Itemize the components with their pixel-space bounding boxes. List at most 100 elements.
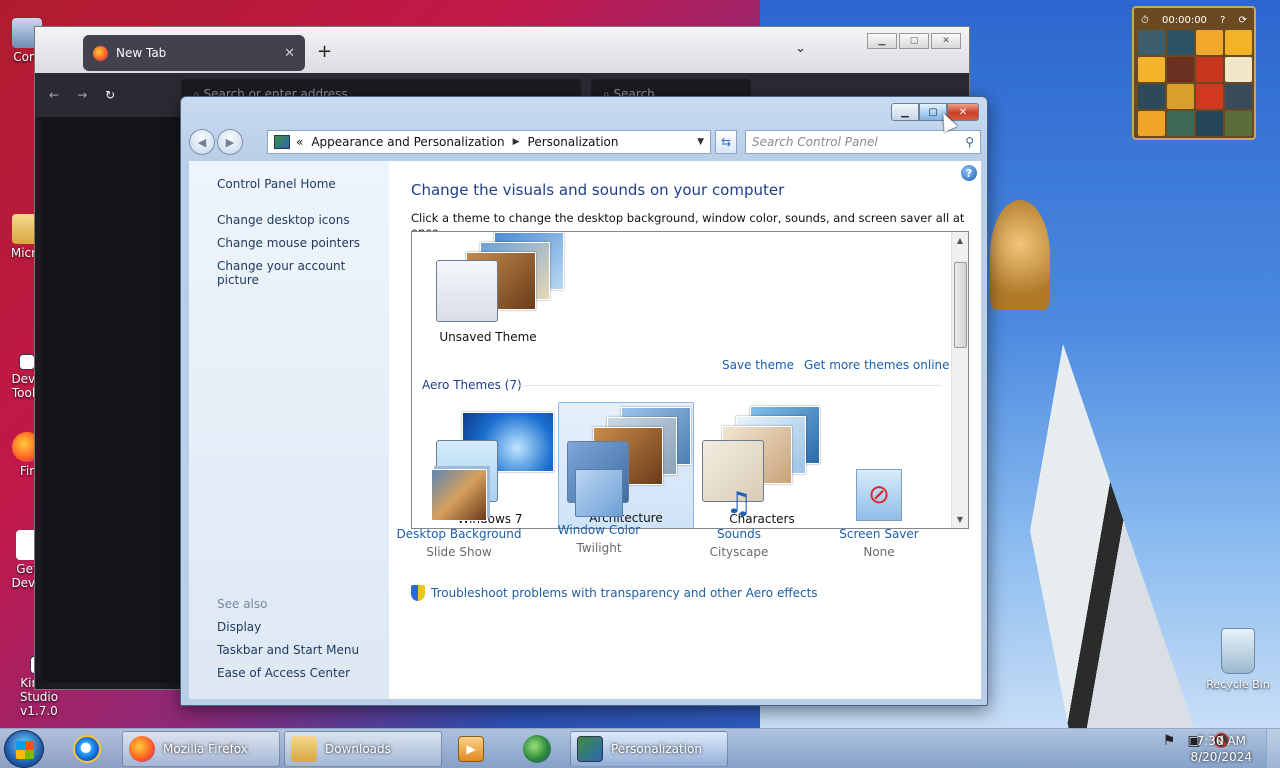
puzzle-tile[interactable] bbox=[1167, 111, 1194, 136]
setting-name: Sounds bbox=[716, 527, 762, 541]
puzzle-shuffle-icon[interactable]: ⟳ bbox=[1239, 15, 1247, 26]
close-button[interactable]: ✕ bbox=[931, 33, 961, 49]
navigation-bar: ◀ ▶ « Appearance and Personalization ▶ P… bbox=[189, 129, 981, 155]
taskbar-start-menu-link[interactable]: Taskbar and Start Menu bbox=[217, 643, 359, 657]
puzzle-tile[interactable] bbox=[1196, 84, 1223, 109]
tab-close-icon[interactable]: ✕ bbox=[284, 46, 295, 61]
reload-icon[interactable]: ↻ bbox=[105, 88, 115, 102]
get-more-themes-link[interactable]: Get more themes online bbox=[804, 358, 950, 372]
firefox-tab-new-tab[interactable]: New Tab ✕ bbox=[83, 35, 305, 71]
desktop-icon-recycle-bin[interactable]: Recycle Bin bbox=[1200, 628, 1276, 691]
puzzle-grid[interactable] bbox=[1138, 30, 1252, 136]
clock-time: 7:30 AM bbox=[1196, 734, 1246, 748]
setting-value: Slide Show bbox=[426, 545, 492, 559]
minimize-button[interactable]: ▁ bbox=[867, 33, 897, 49]
new-tab-button[interactable]: + bbox=[317, 41, 332, 62]
search-placeholder: Search Control Panel bbox=[752, 135, 878, 149]
taskbar-media-player[interactable]: ▶ bbox=[446, 731, 496, 767]
address-bar[interactable]: « Appearance and Personalization ▶ Perso… bbox=[267, 130, 711, 154]
breadcrumb-separator-icon[interactable]: ▶ bbox=[513, 137, 520, 147]
list-all-tabs-chevron-icon[interactable]: ⌄ bbox=[795, 41, 806, 56]
taskbar-firefox[interactable]: Mozilla Firefox bbox=[122, 731, 280, 767]
theme-label: Unsaved Theme bbox=[439, 330, 537, 344]
forward-arrow-icon[interactable]: → bbox=[77, 88, 87, 102]
window-controls: ▁ ▢ ✕ bbox=[891, 103, 979, 121]
change-desktop-icons-link[interactable]: Change desktop icons bbox=[217, 213, 350, 227]
puzzle-tile[interactable] bbox=[1225, 57, 1252, 82]
taskbar: Mozilla Firefox Downloads ▶ Personalizat… bbox=[0, 728, 1280, 768]
back-button[interactable]: ◀ bbox=[189, 129, 215, 155]
setting-value: Cityscape bbox=[709, 545, 769, 559]
screen-saver-setting[interactable]: ⊘ Screen Saver None bbox=[809, 469, 949, 559]
puzzle-tile[interactable] bbox=[1138, 30, 1165, 55]
globe-icon bbox=[523, 735, 551, 763]
clock-date: 8/20/2024 bbox=[1190, 750, 1252, 764]
desktop-background-icon bbox=[431, 469, 487, 521]
section-divider bbox=[516, 385, 942, 386]
change-account-picture-link[interactable]: Change your account picture bbox=[217, 259, 389, 287]
refresh-button[interactable]: ⇆ bbox=[715, 130, 737, 154]
sounds-setting[interactable]: ♫ Sounds Cityscape bbox=[669, 469, 809, 559]
theme-unsaved[interactable]: Unsaved Theme bbox=[420, 232, 564, 360]
taskbar-label: Personalization bbox=[611, 742, 702, 756]
shortcut-icon bbox=[19, 354, 35, 370]
search-control-panel-input[interactable]: Search Control Panel ⚲ bbox=[745, 130, 981, 154]
display-link[interactable]: Display bbox=[217, 620, 261, 634]
action-center-flag-icon[interactable]: ⚑ bbox=[1163, 733, 1176, 749]
puzzle-timer: 00:00:00 bbox=[1162, 14, 1207, 26]
breadcrumb-appearance[interactable]: Appearance and Personalization bbox=[311, 135, 504, 149]
forward-button[interactable]: ▶ bbox=[217, 129, 243, 155]
back-arrow-icon[interactable]: ← bbox=[49, 88, 59, 102]
start-button[interactable] bbox=[4, 730, 44, 768]
help-icon[interactable]: ? bbox=[961, 165, 977, 181]
address-dropdown-icon[interactable]: ▼ bbox=[697, 137, 704, 147]
puzzle-tile[interactable] bbox=[1167, 57, 1194, 82]
puzzle-tile[interactable] bbox=[1167, 84, 1194, 109]
taskbar-personalization[interactable]: Personalization bbox=[570, 731, 728, 767]
see-also-heading: See also bbox=[217, 597, 268, 611]
puzzle-tile[interactable] bbox=[1138, 111, 1165, 136]
personalization-window[interactable]: ▁ ▢ ✕ ◀ ▶ « Appearance and Personalizati… bbox=[180, 96, 988, 706]
maximize-button[interactable]: ▢ bbox=[899, 33, 929, 49]
puzzle-tile[interactable] bbox=[1138, 84, 1165, 109]
puzzle-tile[interactable] bbox=[1196, 30, 1223, 55]
breadcrumb-overflow[interactable]: « bbox=[296, 135, 303, 149]
puzzle-tile[interactable] bbox=[1225, 30, 1252, 55]
setting-name: Screen Saver bbox=[839, 527, 919, 541]
taskbar-internet-explorer[interactable] bbox=[62, 731, 112, 767]
clock[interactable]: 7:30 AM 8/20/2024 bbox=[1190, 733, 1252, 765]
picture-puzzle-gadget[interactable]: ⏱ 00:00:00 ? ⟳ bbox=[1132, 6, 1256, 140]
show-desktop-button[interactable] bbox=[1266, 729, 1280, 768]
puzzle-tile[interactable] bbox=[1167, 30, 1194, 55]
taskbar-downloads[interactable]: Downloads bbox=[284, 731, 442, 767]
scroll-down-arrow-icon[interactable]: ▼ bbox=[952, 511, 968, 528]
taskbar-label: Downloads bbox=[325, 742, 391, 756]
control-panel-home-link[interactable]: Control Panel Home bbox=[217, 177, 336, 191]
main-pane: ? Change the visuals and sounds on your … bbox=[389, 161, 981, 699]
window-color-setting[interactable]: Window Color Twilight bbox=[529, 469, 669, 555]
troubleshoot-label: Troubleshoot problems with transparency … bbox=[431, 586, 818, 600]
ease-of-access-link[interactable]: Ease of Access Center bbox=[217, 666, 350, 680]
search-icon[interactable]: ⚲ bbox=[965, 135, 974, 149]
puzzle-tile[interactable] bbox=[1196, 111, 1223, 136]
scroll-thumb[interactable] bbox=[954, 262, 967, 348]
taskbar-globe-app[interactable] bbox=[512, 731, 562, 767]
puzzle-tile[interactable] bbox=[1225, 111, 1252, 136]
breadcrumb-personalization[interactable]: Personalization bbox=[528, 135, 619, 149]
puzzle-help-icon[interactable]: ? bbox=[1220, 15, 1225, 26]
setting-value: Twilight bbox=[576, 541, 622, 555]
minimize-button[interactable]: ▁ bbox=[891, 103, 919, 121]
desktop: Com Micro Deve Toolk Fir Get Deve Kinect… bbox=[0, 0, 1280, 768]
desktop-icon-label: Fir bbox=[19, 464, 35, 478]
troubleshoot-aero-link[interactable]: Troubleshoot problems with transparency … bbox=[411, 585, 818, 601]
puzzle-tile[interactable] bbox=[1225, 84, 1252, 109]
setting-name: Window Color bbox=[557, 523, 641, 537]
change-mouse-pointers-link[interactable]: Change mouse pointers bbox=[217, 236, 360, 250]
scroll-up-arrow-icon[interactable]: ▲ bbox=[952, 232, 968, 249]
setting-name: Desktop Background bbox=[396, 527, 522, 541]
puzzle-tile[interactable] bbox=[1196, 57, 1223, 82]
desktop-background-setting[interactable]: Desktop Background Slide Show bbox=[389, 469, 529, 559]
save-theme-link[interactable]: Save theme bbox=[722, 358, 794, 372]
theme-list-scrollbar[interactable]: ▲ ▼ bbox=[951, 232, 968, 528]
puzzle-tile[interactable] bbox=[1138, 57, 1165, 82]
